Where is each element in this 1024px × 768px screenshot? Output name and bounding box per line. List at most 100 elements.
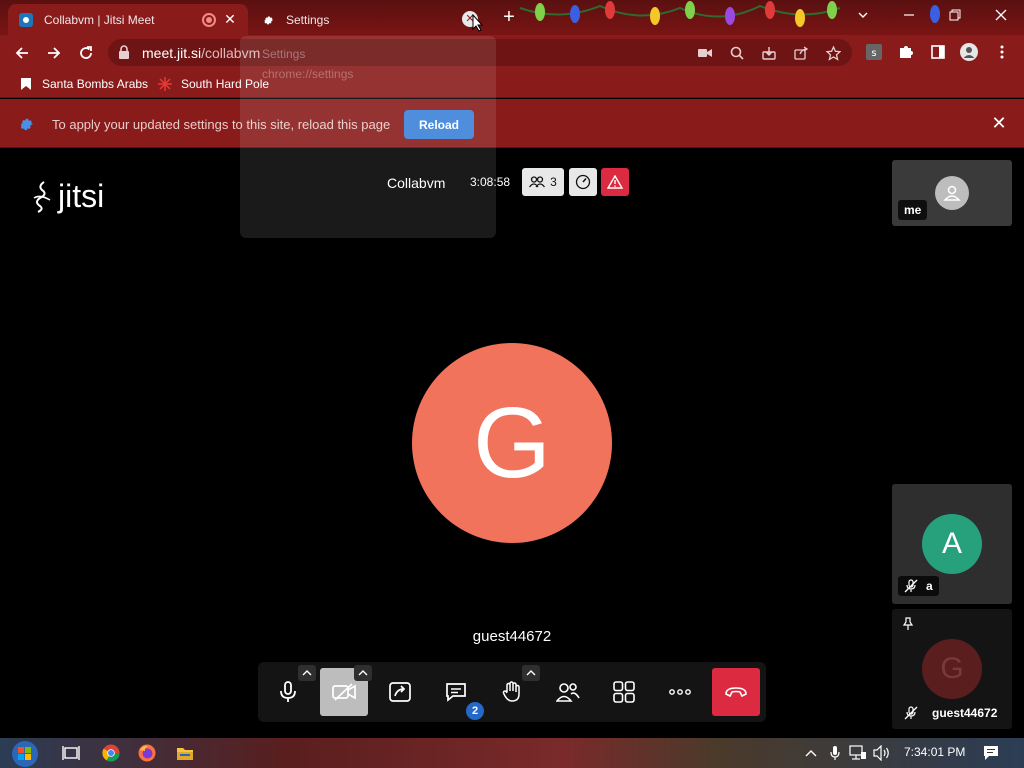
- firefox-icon: [138, 744, 156, 762]
- jitsi-logo[interactable]: jitsi: [30, 178, 104, 215]
- screen-share-icon: [389, 682, 411, 702]
- pin-icon[interactable]: [902, 617, 914, 636]
- participant-avatar: G: [922, 639, 982, 699]
- audio-settings-caret[interactable]: [298, 665, 316, 681]
- snowflake-icon: [157, 76, 173, 92]
- tab-title: Settings: [286, 12, 330, 27]
- thumbnail-name: guest44672: [932, 706, 998, 720]
- folder-icon: [177, 748, 193, 760]
- svg-text:s: s: [871, 48, 876, 59]
- dominant-speaker-avatar: G: [412, 343, 612, 543]
- search-icon[interactable]: [729, 45, 745, 61]
- tab-hover-preview: Settings chrome://settings: [240, 36, 496, 238]
- thumbnail-status-bar: guest44672: [898, 703, 1003, 723]
- share-icon[interactable]: [793, 45, 809, 61]
- chat-icon: [446, 683, 466, 702]
- dominant-speaker-name: guest44672: [472, 628, 552, 645]
- participants-count-badge[interactable]: 3: [522, 168, 564, 196]
- bookmark-icon: [18, 76, 34, 92]
- tray-volume-icon[interactable]: [873, 744, 891, 762]
- grid-icon: [613, 681, 635, 703]
- tray-microphone-icon[interactable]: [826, 744, 844, 762]
- close-infobar-icon[interactable]: ✕: [990, 114, 1008, 132]
- thumbnail-name: a: [926, 579, 933, 593]
- lock-icon[interactable]: [118, 45, 130, 64]
- tab-search-button[interactable]: [840, 0, 886, 30]
- gear-icon: [260, 12, 276, 28]
- taskbar-clock[interactable]: 7:34:01 PM: [904, 745, 965, 759]
- forward-button[interactable]: [42, 41, 66, 65]
- chevron-up-icon: [526, 670, 536, 676]
- task-view-icon: [62, 746, 80, 760]
- close-window-button[interactable]: [978, 0, 1024, 30]
- participant-thumbnail-guest[interactable]: G guest44672: [892, 609, 1012, 729]
- warning-badge[interactable]: [601, 168, 629, 196]
- chrome-icon: [102, 744, 120, 762]
- mic-muted-icon: [904, 706, 918, 720]
- bookmark-santa-bombs-arabs[interactable]: Santa Bombs Arabs: [18, 76, 148, 92]
- gear-icon: [17, 115, 35, 138]
- more-dots-icon: [669, 689, 691, 695]
- connection-stats-badge[interactable]: [569, 168, 597, 196]
- bookmarks-bar: Santa Bombs Arabs South Hard Pole: [0, 70, 1024, 98]
- start-button[interactable]: [8, 739, 42, 768]
- reload-page-button[interactable]: [74, 41, 98, 65]
- tab-jitsi-meet[interactable]: Collabvm | Jitsi Meet ✕: [8, 4, 248, 35]
- chat-unread-count: 2: [466, 702, 484, 720]
- participants-icon: [529, 176, 546, 188]
- raise-hand-icon: [502, 681, 520, 702]
- action-center-button[interactable]: [982, 744, 1000, 762]
- camera-off-icon: [332, 683, 356, 701]
- meeting-timer: 3:08:58: [470, 175, 511, 189]
- camera-in-use-icon[interactable]: [697, 45, 713, 61]
- hangup-button[interactable]: [712, 668, 760, 716]
- notification-icon: [984, 746, 998, 760]
- taskbar-chrome[interactable]: [98, 740, 124, 766]
- taskbar-file-explorer[interactable]: [172, 740, 198, 766]
- tray-network-icon[interactable]: [849, 744, 867, 762]
- video-settings-caret[interactable]: [354, 665, 372, 681]
- bookmark-star-icon[interactable]: [825, 45, 841, 61]
- participants-icon: [556, 683, 580, 702]
- participant-count: 3: [550, 175, 557, 189]
- participant-thumbnail-a[interactable]: A a: [892, 484, 1012, 604]
- task-view-button[interactable]: [58, 740, 84, 766]
- microphone-icon: [280, 681, 296, 702]
- mouse-cursor-icon: [472, 13, 484, 37]
- tab-settings[interactable]: Settings ✕: [248, 4, 488, 35]
- meeting-title: Collabvm: [387, 175, 446, 191]
- reactions-caret[interactable]: [522, 665, 540, 681]
- share-screen-button[interactable]: [376, 668, 424, 716]
- mic-muted-icon: [904, 579, 918, 593]
- participants-button[interactable]: [544, 668, 592, 716]
- back-button[interactable]: [10, 41, 34, 65]
- chrome-menu-icon[interactable]: [993, 43, 1011, 61]
- install-app-icon[interactable]: [761, 45, 777, 61]
- thumbnail-status-bar: a: [898, 576, 939, 596]
- restore-button[interactable]: [932, 0, 978, 30]
- minimize-button[interactable]: [886, 0, 932, 30]
- tab-title: Collabvm | Jitsi Meet: [44, 12, 155, 27]
- recording-indicator-icon: [202, 13, 216, 27]
- url-host: meet.jit.si: [142, 45, 202, 61]
- profile-avatar-icon[interactable]: [960, 43, 978, 61]
- windows-logo-icon: [12, 741, 38, 767]
- preview-url: chrome://settings: [262, 67, 354, 81]
- jitsi-favicon-icon: [18, 12, 34, 28]
- speedometer-icon: [575, 174, 591, 190]
- participant-avatar: A: [922, 514, 982, 574]
- close-tab-icon[interactable]: ✕: [222, 11, 238, 27]
- tile-view-button[interactable]: [600, 668, 648, 716]
- user-placeholder-icon: [935, 176, 969, 210]
- show-hidden-icons-button[interactable]: [802, 744, 820, 762]
- extension-s-icon[interactable]: s: [865, 43, 883, 61]
- bookmark-label: Santa Bombs Arabs: [42, 77, 149, 91]
- more-actions-button[interactable]: [656, 668, 704, 716]
- side-panel-icon[interactable]: [929, 43, 947, 61]
- thumbnail-name: me: [898, 200, 928, 220]
- taskbar-firefox[interactable]: [134, 740, 160, 766]
- extensions-puzzle-icon[interactable]: [897, 43, 915, 61]
- new-tab-button[interactable]: +: [498, 6, 520, 28]
- chevron-up-icon: [302, 670, 312, 676]
- local-participant-thumbnail[interactable]: me: [892, 160, 1012, 226]
